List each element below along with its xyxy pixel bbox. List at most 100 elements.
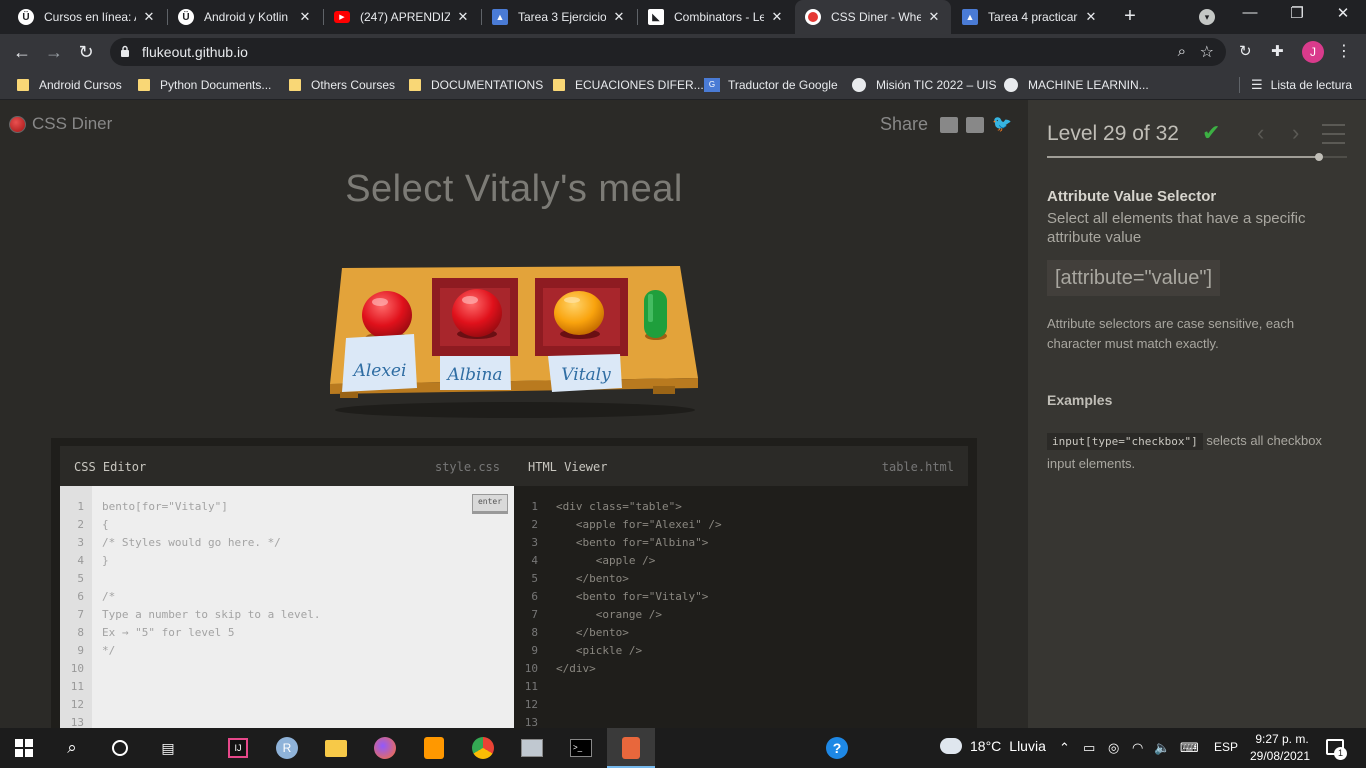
sync-icon[interactable]: ↻ [1239,42,1252,60]
bookmark-ecuaciones[interactable]: ECUACIONES DIFER... [553,76,704,94]
html-line[interactable]: <apple for="Alexei" /> [556,516,968,534]
selector-name: Attribute Value Selector [1047,188,1217,205]
app-window-icon[interactable] [520,736,544,760]
volume-icon[interactable]: 🔈 [1154,740,1170,756]
webcam-icon[interactable]: ◎ [1108,740,1119,756]
tab-6[interactable]: ▲ Tarea 4 practicar ✕ [952,0,1108,34]
bookmark-documentations[interactable]: DOCUMENTATIONS [409,76,543,94]
html-line[interactable]: </bento> [556,624,968,642]
brand[interactable]: CSS Diner [9,114,112,134]
snipping-tool-icon[interactable] [619,736,643,760]
extensions-puzzle-icon[interactable]: ✚ [1271,42,1284,60]
name-tag-label: Albina [445,365,502,385]
close-icon[interactable]: ✕ [456,9,470,25]
html-line[interactable]: <bento for="Albina"> [556,534,968,552]
intellij-icon[interactable]: IJ [226,736,250,760]
html-line[interactable]: <orange /> [556,606,968,624]
bookmark-python-documents[interactable]: Python Documents... [138,76,271,94]
code-line: /* Styles would go here. */ [102,536,281,549]
r-icon[interactable]: R [275,736,299,760]
restore-icon[interactable]: ❐ [1287,4,1307,22]
tab-3[interactable]: ▲ Tarea 3 Ejercicios ✕ [482,0,636,34]
help-icon[interactable]: ? [825,736,849,760]
enter-button[interactable]: enter [472,494,508,514]
level-sidebar: Level 29 of 32 ✔ ‹ › Attribute Value Sel… [1028,100,1366,728]
email-icon[interactable] [940,116,959,133]
window-close-icon[interactable]: ✕ [1333,4,1353,22]
cortana-icon[interactable] [108,736,132,760]
search-icon[interactable]: ⌕ [60,736,84,760]
css-code: bento[for="Vitaly"] { /* Styles would go… [102,498,514,660]
address-bar[interactable]: flukeout.github.io ⌕ ☆ [110,38,1226,66]
level-menu-icon[interactable] [1322,124,1345,144]
url-text[interactable]: flukeout.github.io [142,44,248,60]
bookmark-machine-learning[interactable]: MACHINE LEARNIN... [1004,76,1149,94]
file-explorer-icon[interactable] [324,736,348,760]
keyboard-icon[interactable]: ⌨ [1180,740,1199,756]
battery-icon[interactable]: ▭ [1083,740,1095,756]
chevron-right-icon[interactable]: › [1292,120,1299,146]
bookmark-mision-tic[interactable]: Misión TIC 2022 – UIS [852,76,997,94]
star-icon[interactable]: ☆ [1200,42,1214,62]
html-viewer-header: HTML Viewer table.html [514,446,968,486]
close-icon[interactable]: ✕ [1084,9,1098,25]
folder-icon [289,79,301,91]
html-line[interactable]: <div class="table"> [556,498,968,516]
wifi-icon[interactable]: ◠ [1132,740,1143,756]
tab-0[interactable]: Ü Cursos en línea: A ✕ [8,0,166,34]
chrome-icon[interactable] [471,736,495,760]
more-menu-icon[interactable]: ⋮ [1336,41,1352,61]
tab-5-active[interactable]: CSS Diner - Wher ✕ [795,0,951,34]
tab-search-icon[interactable]: ▾ [1199,9,1215,25]
html-line[interactable]: </div> [556,660,968,678]
terminal-icon[interactable]: >_ [569,736,593,760]
close-icon[interactable]: ✕ [612,9,626,25]
minimize-icon[interactable]: — [1240,4,1260,21]
language-indicator[interactable]: ESP [1214,740,1238,754]
reading-list-button[interactable]: ☰ Lista de lectura [1251,76,1352,94]
task-view-icon[interactable]: ▤ [156,736,180,760]
line-number: 7 [77,608,84,621]
close-icon[interactable]: ✕ [142,9,156,25]
bookmark-android-cursos[interactable]: Android Cursos [17,76,122,94]
bento-albina[interactable] [432,278,518,356]
profile-avatar[interactable]: J [1302,41,1324,63]
clock-date[interactable]: 29/08/2021 [1245,749,1315,763]
new-tab-button[interactable]: + [1120,6,1140,26]
lock-icon [121,45,129,57]
sublime-text-icon[interactable] [422,736,446,760]
line-number: 1 [77,500,84,513]
line-number: 6 [77,590,84,603]
reload-icon[interactable]: ↻ [74,40,98,64]
firefox-icon[interactable] [373,736,397,760]
zoom-icon[interactable]: ⌕ [1178,43,1186,60]
chevron-up-icon[interactable]: ⌃ [1059,740,1070,756]
forward-arrow-icon[interactable]: → [42,40,66,64]
tab-title: Tarea 4 practicar [988,10,1078,24]
windows-start-icon[interactable] [12,736,36,760]
line-number: 7 [531,608,538,621]
bento-vitaly[interactable] [535,278,628,356]
html-line[interactable]: <bento for="Vitaly"> [556,588,968,606]
close-icon[interactable]: ✕ [770,9,784,25]
back-arrow-icon[interactable]: ← [10,40,34,64]
close-icon[interactable]: ✕ [927,9,941,25]
facebook-icon[interactable] [966,116,985,133]
clock-time[interactable]: 9:27 p. m. [1252,732,1312,746]
tab-1[interactable]: Ü Android y Kotlin | ✕ [168,0,322,34]
html-line[interactable]: </bento> [556,570,968,588]
css-selector-input[interactable]: bento[for="Vitaly"] [102,498,514,516]
line-number: 4 [77,554,84,567]
tab-4[interactable]: ◣ Combinators - Le ✕ [638,0,794,34]
html-viewer-body: 1 2 3 4 5 6 7 8 9 10 11 12 13 <div class… [514,486,968,728]
twitter-icon[interactable]: 🐦 [992,116,1012,133]
bookmark-traductor[interactable]: G Traductor de Google [704,76,838,94]
chevron-left-icon[interactable]: ‹ [1257,120,1264,146]
close-icon[interactable]: ✕ [298,9,312,25]
weather-widget[interactable]: 18°C Lluvia [940,738,1046,754]
tab-2[interactable]: ▶ (247) APRENDIZA ✕ [324,0,480,34]
pickle[interactable] [644,290,667,340]
html-line[interactable]: <apple /> [556,552,968,570]
bookmark-others-courses[interactable]: Others Courses [289,76,395,94]
html-line[interactable]: <pickle /> [556,642,968,660]
